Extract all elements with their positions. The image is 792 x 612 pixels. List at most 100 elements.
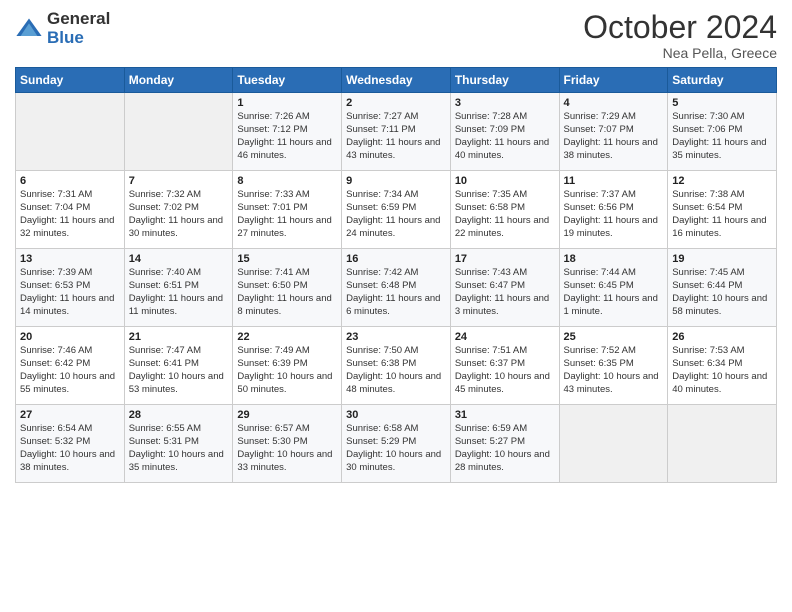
day-number: 4 <box>564 97 664 109</box>
day-info: Sunrise: 7:30 AMSunset: 7:06 PMDaylight:… <box>672 111 772 162</box>
cell-w3-d2: 14 Sunrise: 7:40 AMSunset: 6:51 PMDayligh… <box>124 249 233 327</box>
cell-w2-d1: 6Sunrise: 7:31 AMSunset: 7:04 PMDaylight… <box>16 171 125 249</box>
day-number: 29 <box>237 409 337 421</box>
day-number: 28 <box>129 409 229 421</box>
logo-general-text: General <box>47 10 110 29</box>
day-info: Sunrise: 7:40 AMSunset: 6:51 PMDaylight:… <box>129 267 229 318</box>
day-number: 17 <box>455 253 555 265</box>
cell-w3-d5: 17 Sunrise: 7:43 AMSunset: 6:47 PMDayligh… <box>450 249 559 327</box>
day-info: Sunrise: 7:49 AMSunset: 6:39 PMDaylight:… <box>237 345 337 396</box>
day-info: Sunrise: 7:37 AMSunset: 6:56 PMDaylight:… <box>564 189 664 240</box>
cell-w5-d1: 27Sunrise: 6:54 AMSunset: 5:32 PMDayligh… <box>16 405 125 483</box>
day-info: Sunrise: 7:45 AMSunset: 6:44 PMDaylight:… <box>672 267 772 318</box>
day-info: Sunrise: 7:26 AMSunset: 7:12 PMDaylight:… <box>237 111 337 162</box>
day-info: Sunrise: 7:46 AMSunset: 6:42 PMDaylight:… <box>20 345 120 396</box>
day-info: Sunrise: 7:44 AMSunset: 6:45 PMDaylight:… <box>564 267 664 318</box>
calendar-body: 1 Sunrise: 7:26 AMSunset: 7:12 PMDaylight… <box>16 93 777 483</box>
logo: General Blue <box>15 10 110 47</box>
cell-w1-d3: 1 Sunrise: 7:26 AMSunset: 7:12 PMDaylight… <box>233 93 342 171</box>
day-number: 27 <box>20 409 120 421</box>
week-row-2: 6Sunrise: 7:31 AMSunset: 7:04 PMDaylight… <box>16 171 777 249</box>
day-info: Sunrise: 7:39 AMSunset: 6:53 PMDaylight:… <box>20 267 120 318</box>
day-number: 30 <box>346 409 446 421</box>
cell-w3-d1: 13 Sunrise: 7:39 AMSunset: 6:53 PMDayligh… <box>16 249 125 327</box>
col-friday: Friday <box>559 68 668 93</box>
cell-w1-d6: 4 Sunrise: 7:29 AMSunset: 7:07 PMDaylight… <box>559 93 668 171</box>
day-number: 23 <box>346 331 446 343</box>
week-row-1: 1 Sunrise: 7:26 AMSunset: 7:12 PMDaylight… <box>16 93 777 171</box>
day-info: Sunrise: 7:43 AMSunset: 6:47 PMDaylight:… <box>455 267 555 318</box>
cell-w2-d6: 11 Sunrise: 7:37 AMSunset: 6:56 PMDayligh… <box>559 171 668 249</box>
cell-w4-d7: 26Sunrise: 7:53 AMSunset: 6:34 PMDayligh… <box>668 327 777 405</box>
day-info: Sunrise: 6:58 AMSunset: 5:29 PMDaylight:… <box>346 423 446 474</box>
month-title: October 2024 <box>583 10 777 45</box>
day-number: 31 <box>455 409 555 421</box>
cell-w2-d7: 12 Sunrise: 7:38 AMSunset: 6:54 PMDayligh… <box>668 171 777 249</box>
day-info: Sunrise: 6:55 AMSunset: 5:31 PMDaylight:… <box>129 423 229 474</box>
day-number: 9 <box>346 175 446 187</box>
day-info: Sunrise: 7:50 AMSunset: 6:38 PMDaylight:… <box>346 345 446 396</box>
day-number: 16 <box>346 253 446 265</box>
day-number: 13 <box>20 253 120 265</box>
day-number: 11 <box>564 175 664 187</box>
cell-w4-d2: 21 Sunrise: 7:47 AMSunset: 6:41 PMDayligh… <box>124 327 233 405</box>
cell-w4-d3: 22 Sunrise: 7:49 AMSunset: 6:39 PMDayligh… <box>233 327 342 405</box>
cell-w5-d7 <box>668 405 777 483</box>
cell-w3-d7: 19 Sunrise: 7:45 AMSunset: 6:44 PMDayligh… <box>668 249 777 327</box>
calendar-table: Sunday Monday Tuesday Wednesday Thursday… <box>15 67 777 483</box>
day-number: 15 <box>237 253 337 265</box>
cell-w1-d1 <box>16 93 125 171</box>
cell-w2-d5: 10Sunrise: 7:35 AMSunset: 6:58 PMDayligh… <box>450 171 559 249</box>
cell-w3-d4: 16 Sunrise: 7:42 AMSunset: 6:48 PMDayligh… <box>342 249 451 327</box>
cell-w2-d3: 8Sunrise: 7:33 AMSunset: 7:01 PMDaylight… <box>233 171 342 249</box>
cell-w1-d5: 3 Sunrise: 7:28 AMSunset: 7:09 PMDaylight… <box>450 93 559 171</box>
cell-w4-d6: 25Sunrise: 7:52 AMSunset: 6:35 PMDayligh… <box>559 327 668 405</box>
cell-w3-d3: 15 Sunrise: 7:41 AMSunset: 6:50 PMDayligh… <box>233 249 342 327</box>
header-row: Sunday Monday Tuesday Wednesday Thursday… <box>16 68 777 93</box>
day-info: Sunrise: 7:42 AMSunset: 6:48 PMDaylight:… <box>346 267 446 318</box>
day-info: Sunrise: 7:32 AMSunset: 7:02 PMDaylight:… <box>129 189 229 240</box>
day-info: Sunrise: 7:41 AMSunset: 6:50 PMDaylight:… <box>237 267 337 318</box>
day-number: 24 <box>455 331 555 343</box>
cell-w4-d4: 23 Sunrise: 7:50 AMSunset: 6:38 PMDayligh… <box>342 327 451 405</box>
day-info: Sunrise: 7:47 AMSunset: 6:41 PMDaylight:… <box>129 345 229 396</box>
title-block: October 2024 Nea Pella, Greece <box>583 10 777 61</box>
day-number: 6 <box>20 175 120 187</box>
col-monday: Monday <box>124 68 233 93</box>
week-row-4: 20Sunrise: 7:46 AMSunset: 6:42 PMDayligh… <box>16 327 777 405</box>
col-tuesday: Tuesday <box>233 68 342 93</box>
day-info: Sunrise: 7:34 AMSunset: 6:59 PMDaylight:… <box>346 189 446 240</box>
day-number: 14 <box>129 253 229 265</box>
cell-w1-d4: 2Sunrise: 7:27 AMSunset: 7:11 PMDaylight… <box>342 93 451 171</box>
day-info: Sunrise: 7:53 AMSunset: 6:34 PMDaylight:… <box>672 345 772 396</box>
day-info: Sunrise: 7:35 AMSunset: 6:58 PMDaylight:… <box>455 189 555 240</box>
day-info: Sunrise: 7:52 AMSunset: 6:35 PMDaylight:… <box>564 345 664 396</box>
day-info: Sunrise: 7:28 AMSunset: 7:09 PMDaylight:… <box>455 111 555 162</box>
cell-w5-d3: 29 Sunrise: 6:57 AMSunset: 5:30 PMDayligh… <box>233 405 342 483</box>
cell-w4-d5: 24Sunrise: 7:51 AMSunset: 6:37 PMDayligh… <box>450 327 559 405</box>
page: General Blue October 2024 Nea Pella, Gre… <box>0 0 792 612</box>
cell-w5-d6 <box>559 405 668 483</box>
day-number: 21 <box>129 331 229 343</box>
day-number: 8 <box>237 175 337 187</box>
cell-w2-d4: 9 Sunrise: 7:34 AMSunset: 6:59 PMDaylight… <box>342 171 451 249</box>
day-number: 7 <box>129 175 229 187</box>
day-number: 12 <box>672 175 772 187</box>
day-number: 22 <box>237 331 337 343</box>
logo-icon <box>15 15 43 43</box>
day-number: 5 <box>672 97 772 109</box>
logo-blue-text: Blue <box>47 29 110 48</box>
day-info: Sunrise: 7:38 AMSunset: 6:54 PMDaylight:… <box>672 189 772 240</box>
day-info: Sunrise: 7:29 AMSunset: 7:07 PMDaylight:… <box>564 111 664 162</box>
week-row-5: 27Sunrise: 6:54 AMSunset: 5:32 PMDayligh… <box>16 405 777 483</box>
day-number: 19 <box>672 253 772 265</box>
location-subtitle: Nea Pella, Greece <box>583 45 777 61</box>
header: General Blue October 2024 Nea Pella, Gre… <box>15 10 777 61</box>
col-sunday: Sunday <box>16 68 125 93</box>
day-number: 2 <box>346 97 446 109</box>
day-number: 1 <box>237 97 337 109</box>
logo-text: General Blue <box>47 10 110 47</box>
day-number: 3 <box>455 97 555 109</box>
cell-w2-d2: 7 Sunrise: 7:32 AMSunset: 7:02 PMDaylight… <box>124 171 233 249</box>
day-info: Sunrise: 6:57 AMSunset: 5:30 PMDaylight:… <box>237 423 337 474</box>
